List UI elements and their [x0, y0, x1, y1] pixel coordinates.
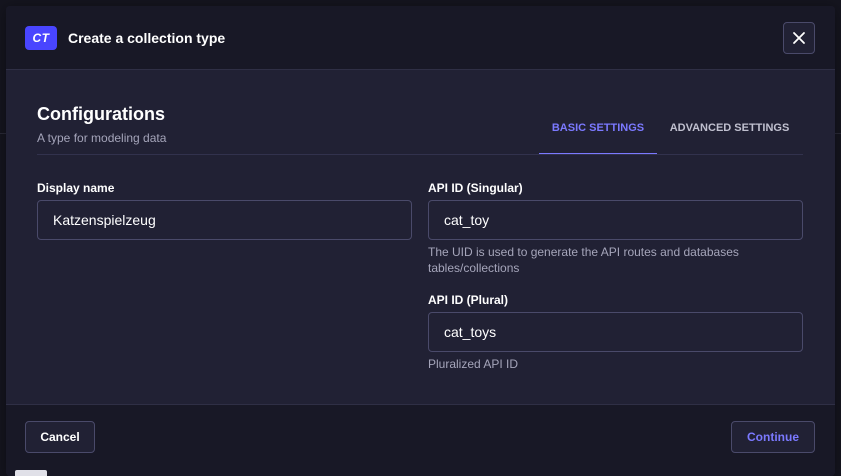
tabs-divider	[37, 154, 803, 155]
section-title: Configurations	[37, 104, 165, 124]
section-subtitle: A type for modeling data	[37, 131, 167, 145]
continue-button[interactable]: Continue	[731, 421, 815, 453]
close-button[interactable]	[783, 22, 815, 54]
bottom-edge-tab	[15, 470, 47, 476]
api-id-plural-input[interactable]	[428, 312, 803, 352]
display-name-input[interactable]	[37, 200, 412, 240]
dialog-title: Create a collection type	[68, 30, 226, 46]
create-collection-dialog: CT Create a collection type Configuratio…	[6, 6, 835, 476]
close-icon	[793, 32, 805, 44]
dialog-header: CT Create a collection type	[6, 6, 835, 70]
tab-advanced-settings[interactable]: ADVANCED SETTINGS	[666, 116, 793, 155]
dialog-footer: Cancel Continue	[6, 404, 835, 476]
api-id-singular-label: API ID (Singular)	[428, 181, 523, 195]
api-id-singular-hint: The UID is used to generate the API rout…	[428, 245, 739, 275]
api-id-plural-label: API ID (Plural)	[428, 293, 509, 307]
api-id-singular-input[interactable]	[428, 200, 803, 240]
collection-type-badge: CT	[25, 26, 57, 50]
display-name-label: Display name	[37, 181, 115, 195]
api-id-plural-hint: Pluralized API ID	[428, 357, 519, 371]
cancel-button[interactable]: Cancel	[25, 421, 95, 453]
tab-basic-settings[interactable]: BASIC SETTINGS	[539, 116, 657, 155]
